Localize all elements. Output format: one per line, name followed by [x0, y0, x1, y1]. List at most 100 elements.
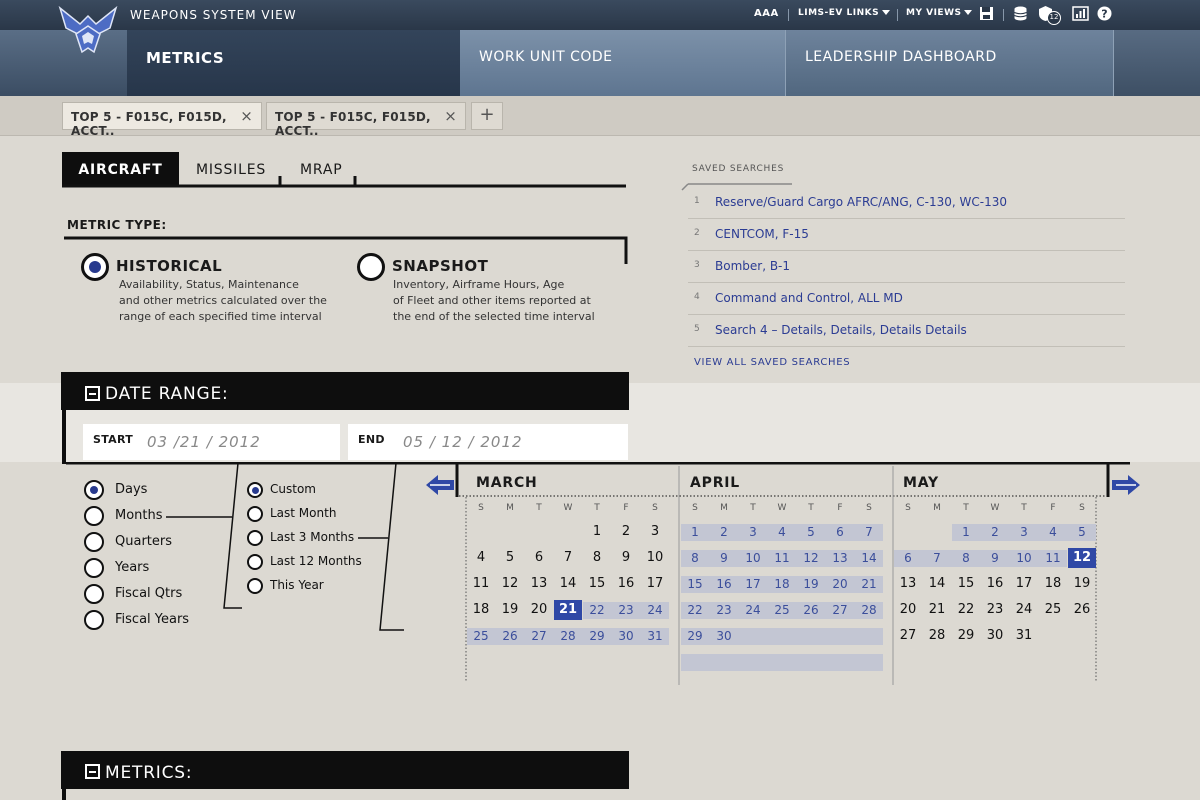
- calendar-day[interactable]: 21: [855, 574, 883, 594]
- interval-label[interactable]: Years: [115, 560, 149, 575]
- saved-search-item[interactable]: 1 Reserve/Guard Cargo AFRC/ANG, C-130, WC…: [688, 187, 1125, 219]
- calendar-day[interactable]: 20: [525, 600, 553, 620]
- calendar-day[interactable]: 1: [681, 522, 709, 542]
- calendar-day[interactable]: 1: [952, 522, 980, 542]
- preset-radio[interactable]: [247, 554, 263, 570]
- view-all-saved-searches-link[interactable]: VIEW ALL SAVED SEARCHES: [694, 357, 850, 368]
- calendar-day[interactable]: 24: [641, 600, 669, 620]
- preset-radio[interactable]: [247, 530, 263, 546]
- calendar-day[interactable]: 8: [583, 548, 611, 568]
- saved-search-item[interactable]: 2 CENTCOM, F-15: [688, 219, 1125, 251]
- calendar-day[interactable]: 24: [1010, 600, 1038, 620]
- interval-radio[interactable]: [84, 558, 104, 578]
- calendar-day[interactable]: 18: [467, 600, 495, 620]
- collapse-icon[interactable]: [85, 386, 100, 401]
- calendar-day[interactable]: 23: [981, 600, 1009, 620]
- preset-label[interactable]: This Year: [270, 578, 324, 592]
- calendar-day[interactable]: 15: [681, 574, 709, 594]
- calendar-day[interactable]: 11: [768, 548, 796, 568]
- saved-search-item[interactable]: 3 Bomber, B-1: [688, 251, 1125, 283]
- calendar-day[interactable]: 10: [1010, 548, 1038, 568]
- interval-label[interactable]: Months: [115, 508, 163, 523]
- calendar-day[interactable]: 29: [583, 626, 611, 646]
- historical-radio[interactable]: [81, 253, 109, 281]
- calendar-day[interactable]: 19: [1068, 574, 1096, 594]
- calendar-day[interactable]: 12: [797, 548, 825, 568]
- saved-search-link[interactable]: Search 4 – Details, Details, Details Det…: [715, 323, 967, 337]
- calendar-day[interactable]: 3: [1010, 522, 1038, 542]
- calendar-day[interactable]: 6: [894, 548, 922, 568]
- calendar-day[interactable]: 2: [710, 522, 738, 542]
- calendar-day[interactable]: 4: [1039, 522, 1067, 542]
- calendar-day[interactable]: 27: [826, 600, 854, 620]
- saved-search-link[interactable]: Bomber, B-1: [715, 259, 790, 273]
- calendar-day[interactable]: 17: [739, 574, 767, 594]
- calendar-day[interactable]: 23: [710, 600, 738, 620]
- calendar-day[interactable]: 26: [496, 626, 524, 646]
- calendar-day[interactable]: 23: [612, 600, 640, 620]
- preset-radio[interactable]: [247, 506, 263, 522]
- start-date-field[interactable]: START 03 /21 / 2012: [83, 424, 340, 460]
- calendar-day[interactable]: 8: [952, 548, 980, 568]
- calendar-day[interactable]: 17: [1010, 574, 1038, 594]
- calendar-day[interactable]: 7: [855, 522, 883, 542]
- calendar-day[interactable]: 7: [923, 548, 951, 568]
- calendar-day[interactable]: 9: [612, 548, 640, 568]
- calendar-next-arrow-icon[interactable]: [1110, 473, 1142, 497]
- calendar-day[interactable]: 13: [826, 548, 854, 568]
- calendar-day[interactable]: 16: [981, 574, 1009, 594]
- preset-radio[interactable]: [247, 482, 263, 498]
- calendar-day[interactable]: 24: [739, 600, 767, 620]
- calendar-day[interactable]: 22: [681, 600, 709, 620]
- calendar-prev-arrow-icon[interactable]: [424, 473, 456, 497]
- calendar-day[interactable]: 9: [981, 548, 1009, 568]
- calendar-day[interactable]: 22: [583, 600, 611, 620]
- calendar-day[interactable]: 21: [923, 600, 951, 620]
- date-range-header[interactable]: DATE RANGE:: [61, 372, 629, 410]
- calendar-day[interactable]: 20: [894, 600, 922, 620]
- calendar-day[interactable]: 19: [797, 574, 825, 594]
- calendar-day[interactable]: 19: [496, 600, 524, 620]
- saved-search-link[interactable]: Command and Control, ALL MD: [715, 291, 903, 305]
- calendar-day[interactable]: 4: [768, 522, 796, 542]
- calendar-day[interactable]: 13: [894, 574, 922, 594]
- calendar-day[interactable]: 25: [768, 600, 796, 620]
- calendar-day[interactable]: 28: [554, 626, 582, 646]
- preset-radio[interactable]: [247, 578, 263, 594]
- interval-radio[interactable]: [84, 532, 104, 552]
- calendar-day[interactable]: 10: [739, 548, 767, 568]
- calendar-day[interactable]: 6: [826, 522, 854, 542]
- calendar-day[interactable]: 30: [612, 626, 640, 646]
- collapse-icon[interactable]: [85, 764, 100, 779]
- start-date-value[interactable]: 03 /21 / 2012: [147, 433, 261, 451]
- interval-radio[interactable]: [84, 506, 104, 526]
- preset-label[interactable]: Custom: [270, 482, 316, 496]
- calendar-day[interactable]: 3: [739, 522, 767, 542]
- calendar-day[interactable]: 13: [525, 574, 553, 594]
- end-date-field[interactable]: END 05 / 12 / 2012: [348, 424, 628, 460]
- saved-search-link[interactable]: CENTCOM, F-15: [715, 227, 809, 241]
- preset-label[interactable]: Last Month: [270, 506, 336, 520]
- calendar-day[interactable]: 11: [1039, 548, 1067, 568]
- calendar-day[interactable]: 5: [1068, 522, 1096, 542]
- calendar-day[interactable]: 17: [641, 574, 669, 594]
- calendar-day[interactable]: 28: [855, 600, 883, 620]
- calendar-day[interactable]: 5: [496, 548, 524, 568]
- calendar-day[interactable]: 18: [1039, 574, 1067, 594]
- calendar-day[interactable]: 6: [525, 548, 553, 568]
- saved-search-item[interactable]: 4 Command and Control, ALL MD: [688, 283, 1125, 315]
- metrics-header[interactable]: METRICS:: [61, 751, 629, 789]
- calendar-day[interactable]: 27: [894, 626, 922, 646]
- interval-label[interactable]: Fiscal Qtrs: [115, 586, 182, 601]
- interval-label[interactable]: Quarters: [115, 534, 172, 549]
- calendar-day[interactable]: 21: [554, 600, 582, 620]
- calendar-day[interactable]: 20: [826, 574, 854, 594]
- preset-label[interactable]: Last 12 Months: [270, 554, 362, 568]
- interval-radio[interactable]: [84, 480, 104, 500]
- saved-search-link[interactable]: Reserve/Guard Cargo AFRC/ANG, C-130, WC-…: [715, 195, 1007, 209]
- calendar-day[interactable]: 16: [710, 574, 738, 594]
- calendar-day[interactable]: 29: [952, 626, 980, 646]
- saved-search-item[interactable]: 5 Search 4 – Details, Details, Details De…: [688, 315, 1125, 347]
- interval-radio[interactable]: [84, 584, 104, 604]
- calendar-day[interactable]: 16: [612, 574, 640, 594]
